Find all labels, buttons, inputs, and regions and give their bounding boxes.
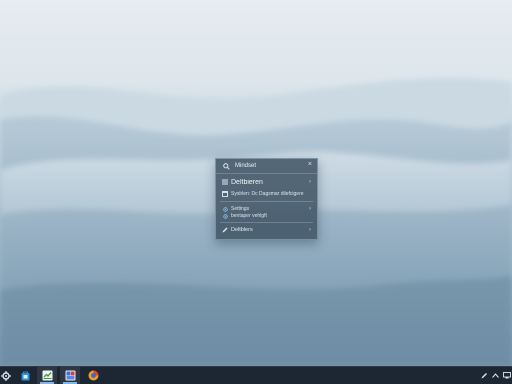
notes-app-icon[interactable] [37, 367, 57, 384]
close-icon[interactable]: × [308, 161, 312, 168]
menu-item-syslrlen[interactable]: Syslrlen: Dc Dagsmar dilefcigere [216, 189, 317, 199]
separator [220, 222, 313, 223]
panel-header: Mindset × [216, 159, 317, 174]
desktop: Mindset × Deltbieren › Syslrlen: Dc Dags… [0, 0, 512, 384]
menu-item-bentaper[interactable]: bentaper vehlgft [216, 212, 317, 220]
menu-item-label: Syslrlen: Dc Dagsmar dilefcigere [231, 191, 304, 197]
browser-icon[interactable] [84, 367, 102, 384]
menu-item-label: bentaper vehlgft [231, 213, 267, 219]
taskbar [0, 366, 512, 384]
photos-app-icon[interactable] [60, 367, 80, 384]
window-icon [222, 191, 228, 197]
menu-item-deltblers[interactable]: Deltblers › [216, 225, 317, 235]
gear-icon [222, 213, 228, 219]
separator [220, 201, 313, 202]
chevron-right-icon: › [309, 227, 311, 233]
pen-icon [222, 227, 228, 233]
pen-icon[interactable] [479, 367, 490, 384]
menu-item-label: Deltbieren [231, 178, 263, 186]
menu-item-deltbieren[interactable]: Deltbieren › [216, 177, 317, 187]
search-icon [222, 162, 230, 170]
settings-gear-icon[interactable] [0, 367, 12, 384]
network-icon[interactable] [501, 367, 512, 384]
chevron-right-icon: › [309, 179, 311, 185]
menu-item-label: Deltblers [231, 227, 253, 233]
system-tray [479, 367, 512, 384]
context-panel: Mindset × Deltbieren › Syslrlen: Dc Dags… [215, 158, 318, 240]
list-icon [222, 179, 228, 185]
chevron-up-icon[interactable] [490, 367, 501, 384]
panel-title: Mindset [235, 163, 257, 169]
store-icon[interactable] [17, 367, 33, 384]
